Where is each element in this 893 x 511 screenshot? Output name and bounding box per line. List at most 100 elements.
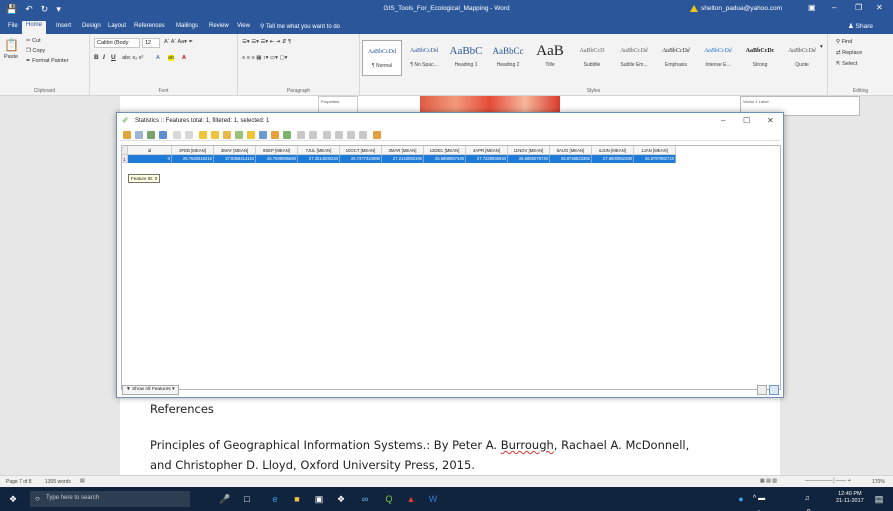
minimize-icon[interactable]: – [832, 3, 836, 12]
misspelled-word[interactable]: Burrough [501, 438, 554, 452]
dialog-title-bar[interactable]: ✐ Statistics :: Features total: 1, filte… [117, 113, 783, 129]
ribbon-display-icon[interactable]: ▣ [808, 3, 816, 12]
replace-button[interactable]: ⇄ Replace [836, 50, 862, 56]
font-size-buttons[interactable]: Aˆ Aˇ Aa▾ ✒ [164, 39, 193, 45]
tab-review[interactable]: Review [205, 22, 233, 30]
tab-references[interactable]: References [130, 22, 169, 30]
table-cell[interactable]: 27.7329935940 [466, 155, 508, 163]
view-mode-icons[interactable]: ▦ ▤ ▧ [760, 478, 777, 484]
taskbar-clock[interactable]: 12:40 PM 21-11-2017 [836, 491, 864, 505]
new-field-icon[interactable] [335, 131, 343, 139]
field-calculator-icon[interactable] [347, 131, 355, 139]
reload-icon[interactable] [159, 131, 167, 139]
style-strong[interactable]: AaBbCcDc Strong [740, 40, 780, 76]
invert-selection-icon[interactable] [223, 131, 231, 139]
column-header-id[interactable]: id [128, 146, 172, 155]
dialog-maximize-icon[interactable]: ☐ [743, 116, 750, 125]
select-button[interactable]: ⇱ Select [836, 61, 857, 67]
column-header[interactable]: 4APR [MEAN] [466, 146, 508, 155]
conditional-format-icon[interactable] [359, 131, 367, 139]
table-cell[interactable]: 26.5787982710 [634, 155, 676, 163]
account-area[interactable]: shelton_padua@yahoo.com [690, 5, 782, 12]
table-cell[interactable]: 26.7640616210 [172, 155, 214, 163]
file-explorer-icon[interactable]: ■ [290, 492, 304, 506]
task-view-icon[interactable]: □ [240, 492, 254, 506]
paste-label[interactable]: Paste [4, 54, 18, 60]
tab-mailings[interactable]: Mailings [172, 22, 202, 30]
zoom-level[interactable]: 170% [872, 479, 885, 485]
multi-edit-icon[interactable] [135, 131, 143, 139]
toggle-editing-icon[interactable] [123, 131, 131, 139]
word-count[interactable]: 1305 words [45, 479, 71, 485]
italic-button[interactable]: I [103, 54, 105, 61]
save-edits-icon[interactable] [147, 131, 155, 139]
font-color-button[interactable]: A [182, 55, 186, 61]
style-heading-1[interactable]: AaBbC Heading 1 [446, 40, 486, 76]
styles-more-icon[interactable]: ▾ [820, 44, 823, 50]
table-cell[interactable]: 26.5898957440 [424, 155, 466, 163]
table-cell[interactable]: 26.7599085660 [256, 155, 298, 163]
dialog-minimize-icon[interactable]: – [721, 116, 725, 125]
table-cell[interactable]: 26.8746823350 [550, 155, 592, 163]
column-header[interactable]: 7JUL [MEAN] [298, 146, 340, 155]
column-header[interactable]: 3MAY [MEAN] [214, 146, 256, 155]
store-icon[interactable]: ▣ [312, 492, 326, 506]
highlight-button[interactable]: ab [168, 55, 175, 61]
table-cell[interactable]: 26.6855075720 [508, 155, 550, 163]
actions-icon[interactable] [373, 131, 381, 139]
qgis-taskbar-icon[interactable]: Q [382, 492, 396, 506]
word-taskbar-icon[interactable]: W [426, 492, 440, 506]
column-header[interactable]: 8AUG [MEAN] [550, 146, 592, 155]
paste-rows-icon[interactable] [309, 131, 317, 139]
dropbox-icon[interactable]: ❖ [334, 492, 348, 506]
onedrive-icon[interactable]: ● [734, 492, 748, 506]
table-cell[interactable]: 26.7377324980 [340, 155, 382, 163]
tab-layout[interactable]: Layout [104, 22, 130, 30]
zoom-to-selection-icon[interactable] [283, 131, 291, 139]
style-no-spacing[interactable]: AaBbCcDd ¶ No Spac... [404, 40, 444, 76]
column-header[interactable]: 12DEC [MEAN] [424, 146, 466, 155]
column-header[interactable]: 9SEP [MEAN] [256, 146, 298, 155]
show-all-features-button[interactable]: ▼ Show All Features ▾ [122, 385, 179, 395]
acrobat-icon[interactable]: ▲ [404, 492, 418, 506]
table-cell[interactable]: 27.2514500240 [298, 155, 340, 163]
table-cell[interactable]: 27.6500852280 [592, 155, 634, 163]
copy-button[interactable]: ❐ Copy [26, 48, 45, 54]
select-expression-icon[interactable] [199, 131, 207, 139]
page-count[interactable]: Page 7 of 8 [6, 479, 32, 485]
underline-button[interactable]: U [111, 54, 116, 61]
add-feature-icon[interactable] [173, 131, 181, 139]
deselect-all-icon[interactable] [235, 131, 243, 139]
column-header[interactable]: 6JUN [MEAN] [592, 146, 634, 155]
font-name-combo[interactable]: Calibri (Body [94, 38, 140, 48]
find-button[interactable]: ⚲ Find [836, 39, 852, 45]
style-normal[interactable]: AaBbCcDd ¶ Normal [362, 40, 402, 76]
column-header[interactable]: 11NOV [MEAN] [508, 146, 550, 155]
bold-button[interactable]: B [94, 54, 99, 61]
system-tray-icons[interactable]: ^ ▬ ▲ [752, 492, 766, 511]
table-cell-id[interactable]: 0 [128, 155, 172, 163]
style-emphasis[interactable]: AaBbCcDd Emphasis [656, 40, 696, 76]
table-view-icon[interactable] [757, 385, 767, 395]
list-buttons[interactable]: ☰▾ ☰▾ ☰▾ ⇤ ⇥ ⇵ ¶ [242, 39, 291, 45]
infinity-app-icon[interactable]: ∞ [358, 492, 372, 506]
font-effects-buttons[interactable]: abc x₂ x² [122, 55, 143, 61]
action-center-icon[interactable]: ▤ [872, 492, 886, 506]
network-volume-icons[interactable]: ♫ ☍ [800, 492, 814, 511]
style-heading-2[interactable]: AaBbCc Heading 2 [488, 40, 528, 76]
share-button[interactable]: ♟ Share [848, 22, 873, 30]
text-effects-button[interactable]: A [156, 55, 160, 61]
close-icon[interactable]: ✕ [876, 3, 883, 12]
alignment-buttons[interactable]: ≡ ≡ ≡ ▦ ↕▾ ▭▾ ▢▾ [242, 55, 287, 61]
delete-field-icon[interactable] [323, 131, 331, 139]
taskbar-search-box[interactable]: ○ Type here to search [30, 491, 190, 507]
table-cell[interactable]: 27.8356414110 [214, 155, 256, 163]
copy-rows-icon[interactable] [297, 131, 305, 139]
column-header[interactable]: 2FEB [MEAN] [172, 146, 214, 155]
dialog-close-icon[interactable]: ✕ [767, 116, 774, 125]
format-painter-button[interactable]: ✒ Format Painter [26, 58, 69, 64]
style-intense-emphasis[interactable]: AaBbCcDd Intense E... [698, 40, 738, 76]
tab-home[interactable]: Home [22, 21, 47, 34]
table-cell[interactable]: 27.2143083190 [382, 155, 424, 163]
tab-design[interactable]: Design [78, 22, 105, 30]
